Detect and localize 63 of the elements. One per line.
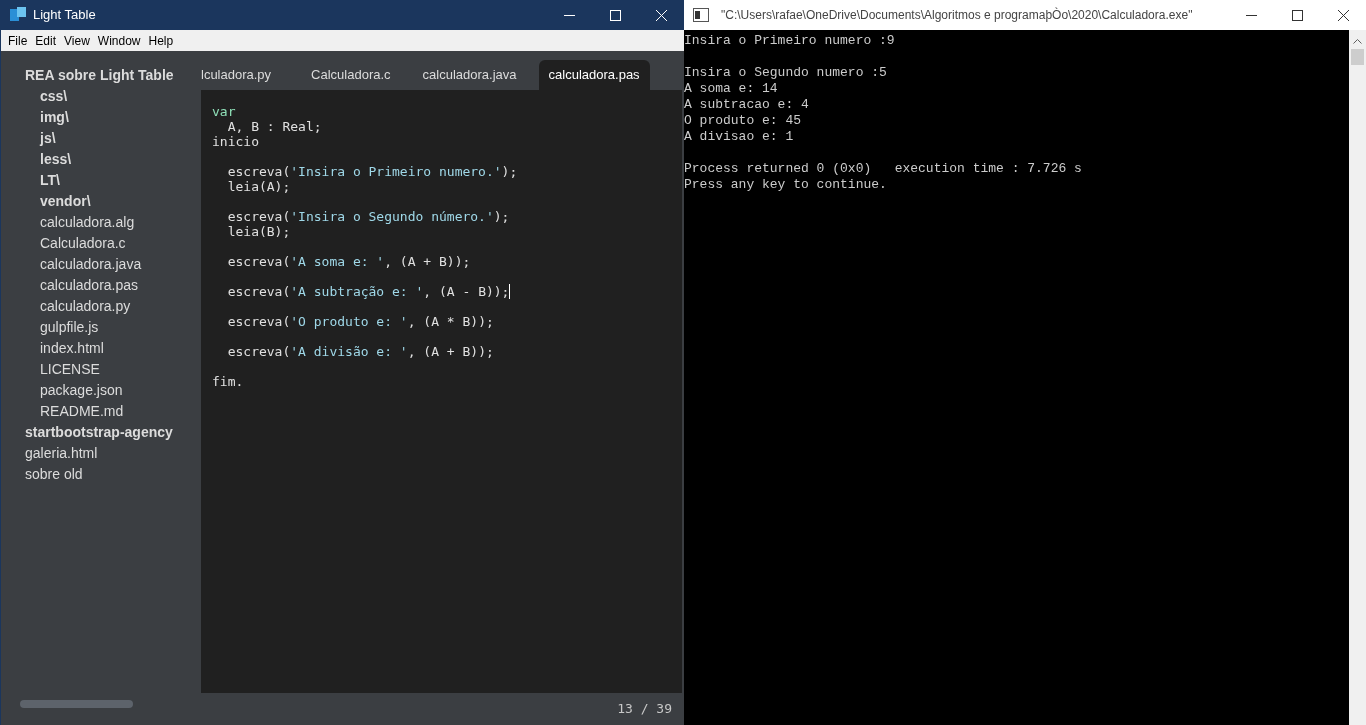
code-line: escreva('Insira o Segundo número.');	[226, 209, 510, 224]
code-line: leia(B);	[226, 224, 291, 239]
code-line: A, B : Real;	[226, 119, 322, 134]
code-line: escreva('A divisão e: ', (A + B));	[226, 344, 494, 359]
console-output-line: O produto e: 45	[684, 113, 802, 128]
tree-entry[interactable]: gulpfile.js	[1, 317, 201, 338]
tree-entry[interactable]: index.html	[1, 338, 201, 359]
scrollbar-thumb[interactable]	[20, 700, 133, 708]
code-line: escreva('A soma e: ', (A + B));	[226, 254, 471, 269]
file-tab[interactable]: Calculadora.c	[301, 60, 401, 90]
tree-entry[interactable]: calculadora.pas	[1, 275, 201, 296]
file-tab[interactable]: lculadora.py	[201, 60, 302, 90]
console-app-icon	[693, 8, 709, 22]
code-line: escreva('Insira o Primeiro numero.');	[226, 164, 518, 179]
tree-entry[interactable]: LICENSE	[1, 359, 201, 380]
tree-entry[interactable]: galeria.html	[1, 443, 201, 464]
menu-item[interactable]: Help	[144, 31, 178, 50]
close-icon	[1337, 9, 1349, 21]
tree-folder[interactable]: less\	[1, 149, 201, 170]
line-position: 13 / 39	[617, 700, 672, 719]
tree-entry[interactable]: calculadora.alg	[1, 212, 201, 233]
maximize-icon	[1291, 9, 1303, 21]
code-line: escreva('A subtração e: ', (A - B));	[226, 284, 510, 299]
window-title: "C:\Users\rafae\OneDrive\Documents\Algoritmos e programaþÒo\2020\Calculadora.exe"	[721, 6, 1193, 24]
tree-entry[interactable]: calculadora.py	[1, 296, 201, 317]
scrollbar[interactable]	[1349, 30, 1366, 725]
tree-entry[interactable]: calculadora.java	[1, 254, 201, 275]
maximize-icon	[609, 9, 621, 21]
code-line: inicio	[212, 134, 259, 149]
window-title: Light Table	[33, 6, 96, 25]
code-line: escreva('O produto e: ', (A * B));	[226, 314, 494, 329]
close-icon	[655, 9, 667, 21]
tree-entry[interactable]: sobre old	[1, 464, 201, 485]
code-editor[interactable]	[201, 90, 682, 693]
tree-entry[interactable]: package.json	[1, 380, 201, 401]
tree-entry[interactable]: Calculadora.c	[1, 233, 201, 254]
console-output-line: Press any key to continue.	[684, 177, 887, 192]
console-output-line: A divisao e: 1	[684, 129, 794, 144]
tree-folder[interactable]: css\	[1, 86, 201, 107]
menu-item[interactable]: View	[60, 31, 94, 50]
tree-folder[interactable]: LT\	[1, 170, 201, 191]
tree-entry[interactable]: README.md	[1, 401, 201, 422]
menu-item[interactable]: Window	[93, 31, 145, 50]
menu-item[interactable]: File	[4, 31, 32, 50]
file-tab[interactable]: calculadora.pas	[538, 60, 650, 90]
console-output-line: Insira o Segundo numero :5	[684, 65, 887, 80]
menu-item[interactable]: Edit	[31, 31, 61, 50]
tree-folder[interactable]: vendor\	[1, 191, 201, 212]
file-tab[interactable]: calculadora.java	[412, 60, 527, 90]
app-logo-icon	[10, 7, 26, 23]
console-output-line: Process returned 0 (0x0) execution time : 7.726 s	[684, 161, 1082, 176]
console-output-line: Insira o Primeiro numero :9	[684, 33, 895, 48]
console-output-line: A soma e: 14	[684, 81, 778, 96]
tree-folder[interactable]: js\	[1, 128, 201, 149]
scroll-up-icon[interactable]	[1353, 38, 1362, 44]
tree-folder[interactable]: startbootstrap-agency	[1, 422, 201, 443]
tree-folder[interactable]: img\	[1, 107, 201, 128]
console-output-line: A subtracao e: 4	[684, 97, 809, 112]
code-line: leia(A);	[226, 179, 291, 194]
code-line: fim.	[212, 374, 244, 389]
tree-folder[interactable]: REA sobre Light Table	[1, 65, 201, 86]
code-line: var	[212, 104, 236, 119]
scrollbar-thumb[interactable]	[1351, 49, 1364, 65]
